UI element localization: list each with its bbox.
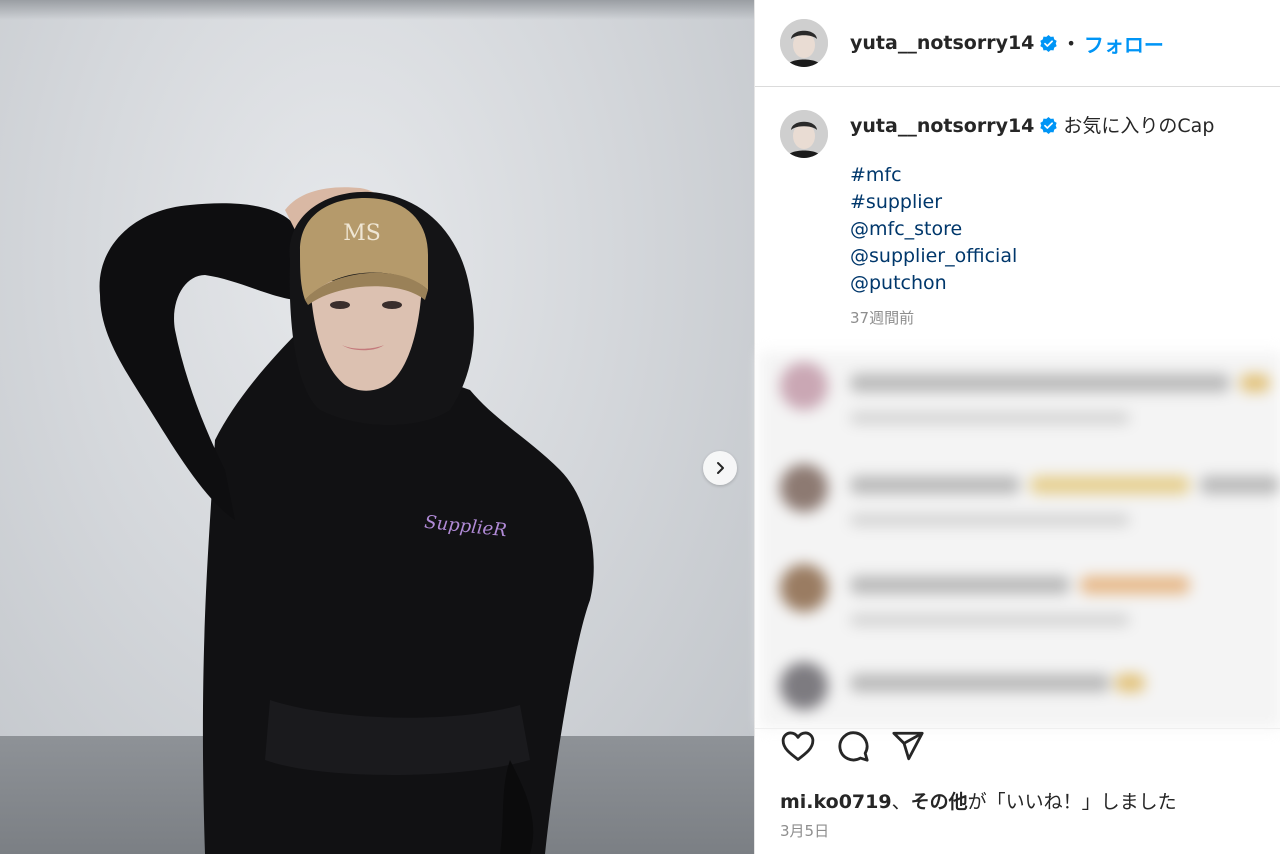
comment-avatar xyxy=(780,362,828,410)
comment-avatar xyxy=(780,464,828,512)
comment-row xyxy=(780,362,1280,452)
verified-badge-icon xyxy=(1039,116,1058,135)
hashtag-link[interactable]: #mfc xyxy=(850,162,1214,189)
comment-button[interactable] xyxy=(835,728,871,764)
share-button[interactable] xyxy=(890,728,926,764)
chevron-right-icon xyxy=(717,462,724,474)
post-photo: MS SupplieR xyxy=(0,0,754,854)
caption-avatar[interactable] xyxy=(780,110,828,158)
separator-dot: • xyxy=(1066,33,1076,53)
post-side-panel: yuta__notsorry14 • フォロー yuta__notsorry14… xyxy=(754,0,1280,854)
avatar[interactable] xyxy=(780,19,828,67)
hashtag-link[interactable]: #supplier xyxy=(850,189,1214,216)
mention-link[interactable]: @supplier_official xyxy=(850,243,1214,270)
action-bar xyxy=(780,728,945,764)
post-header: yuta__notsorry14 • フォロー xyxy=(755,0,1280,87)
verified-badge-icon xyxy=(1039,34,1058,53)
like-button[interactable] xyxy=(780,728,816,764)
avatar-image xyxy=(780,19,828,67)
caption-text: お気に入りのCap xyxy=(1063,115,1215,137)
paper-plane-icon xyxy=(892,731,924,761)
likes-suffix: が「いいね！」しました xyxy=(967,791,1177,813)
caption-body: yuta__notsorry14 お気に入りのCap #mfc #supplier… xyxy=(850,110,1214,328)
comment-avatar xyxy=(780,662,828,710)
caption-username[interactable]: yuta__notsorry14 xyxy=(850,115,1034,137)
hashtag-list: #mfc #supplier @mfc_store @supplier_offi… xyxy=(850,162,1214,297)
liker-username[interactable]: mi.ko0719 xyxy=(780,791,892,813)
caption: yuta__notsorry14 お気に入りのCap #mfc #supplier… xyxy=(780,110,1270,328)
avatar-image xyxy=(780,110,828,158)
comment-icon xyxy=(838,731,869,762)
time-ago: 37週間前 xyxy=(850,309,915,327)
person-illustration: MS SupplieR xyxy=(99,187,594,854)
comment-row xyxy=(780,464,1280,554)
mention-link[interactable]: @mfc_store xyxy=(850,216,1214,243)
heart-icon xyxy=(781,731,815,761)
comment-row xyxy=(780,662,1280,728)
next-photo-button[interactable] xyxy=(703,451,737,485)
likes-others-link[interactable]: その他 xyxy=(911,791,968,813)
cap-logo: MS xyxy=(343,221,381,246)
caption-line: yuta__notsorry14 お気に入りのCap xyxy=(850,110,1214,142)
likes-summary: mi.ko0719、その他が「いいね！」しました xyxy=(780,787,1177,814)
comment-avatar xyxy=(780,564,828,612)
comment-row xyxy=(780,564,1280,654)
post-date: 3月5日 xyxy=(780,822,830,840)
likes-separator: 、 xyxy=(891,791,911,813)
follow-button[interactable]: フォロー xyxy=(1084,29,1164,58)
username-link[interactable]: yuta__notsorry14 xyxy=(850,32,1034,54)
blurred-comments xyxy=(760,352,1280,728)
mention-link[interactable]: @putchon xyxy=(850,270,1214,297)
